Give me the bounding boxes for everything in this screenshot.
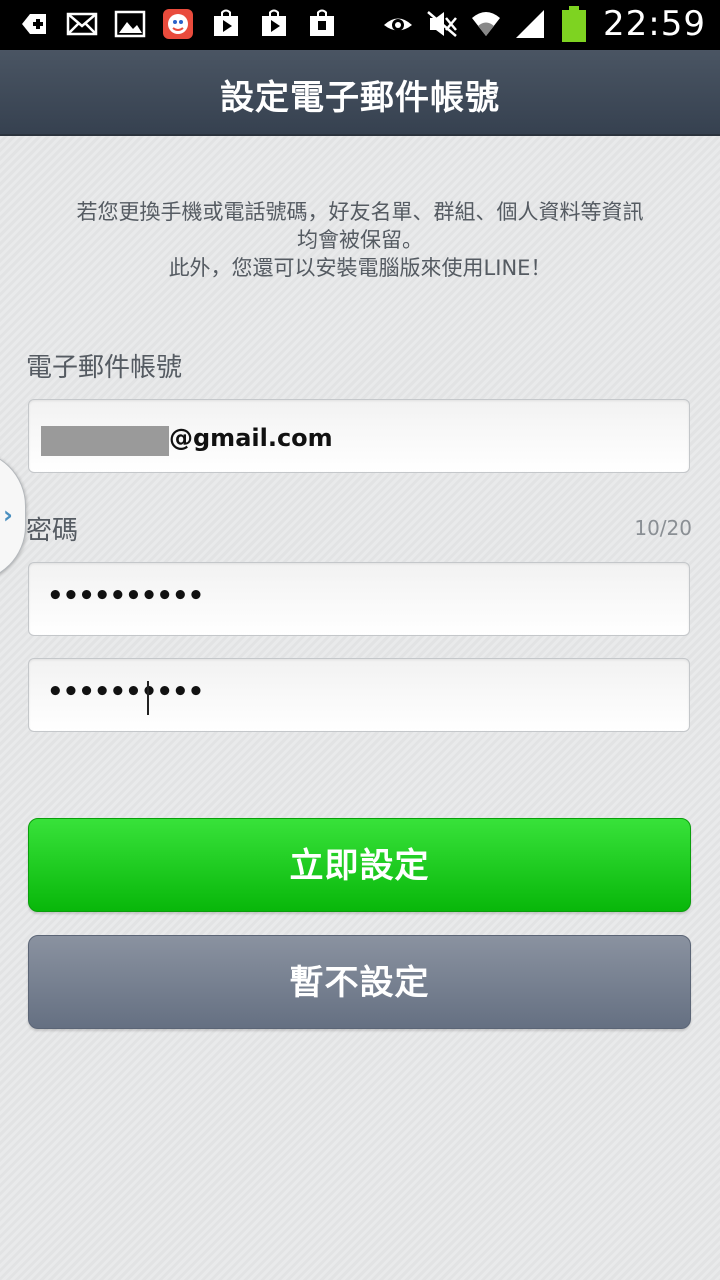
notification-icons xyxy=(18,8,338,40)
info-line-1: 若您更換手機或電話號碼，好友名單、群組、個人資料等資訊 xyxy=(76,200,644,224)
mail-icon xyxy=(66,8,98,40)
wifi-icon xyxy=(470,8,502,40)
info-line-2: 均會被保留。 xyxy=(297,228,423,252)
play-store-icon xyxy=(210,8,242,40)
email-field[interactable]: @gmail.com xyxy=(28,399,690,473)
image-icon xyxy=(114,8,146,40)
email-label: 電子郵件帳號 xyxy=(26,353,183,383)
system-icons xyxy=(382,6,590,42)
email-domain: @gmail.com xyxy=(169,424,333,452)
eye-icon xyxy=(382,8,414,40)
shopping-bag-icon xyxy=(306,8,338,40)
page-title: 設定電子郵件帳號 xyxy=(220,78,500,118)
battery-icon xyxy=(558,6,590,42)
password-mask: •••••••••• xyxy=(47,581,204,611)
game-app-icon xyxy=(162,8,194,40)
password-confirm-field[interactable]: •••••••••• xyxy=(28,658,690,732)
password-label: 密碼 xyxy=(26,516,79,546)
signal-icon xyxy=(514,8,546,40)
skip-button[interactable]: 暫不設定 xyxy=(28,935,691,1029)
password-confirm-mask: •••••••••• xyxy=(47,677,204,707)
text-cursor xyxy=(147,681,149,715)
app-header: 設定電子郵件帳號 xyxy=(0,50,720,136)
password-char-count: 10/20 xyxy=(634,516,692,540)
mute-icon xyxy=(426,8,458,40)
confirm-button[interactable]: 立即設定 xyxy=(28,818,691,912)
info-line-3: 此外，您還可以安裝電腦版來使用LINE！ xyxy=(168,256,552,280)
status-bar: 22:59 xyxy=(0,0,720,50)
info-text: 若您更換手機或電話號碼，好友名單、群組、個人資料等資訊 均會被保留。 此外，您還… xyxy=(30,198,690,282)
chevron-right-icon: › xyxy=(3,501,13,529)
password-field[interactable]: •••••••••• xyxy=(28,562,690,636)
side-drawer-handle[interactable]: › xyxy=(0,450,26,582)
plus-message-icon xyxy=(18,8,50,40)
clock: 22:59 xyxy=(603,4,706,44)
redacted-username xyxy=(41,426,169,456)
play-store-icon xyxy=(258,8,290,40)
